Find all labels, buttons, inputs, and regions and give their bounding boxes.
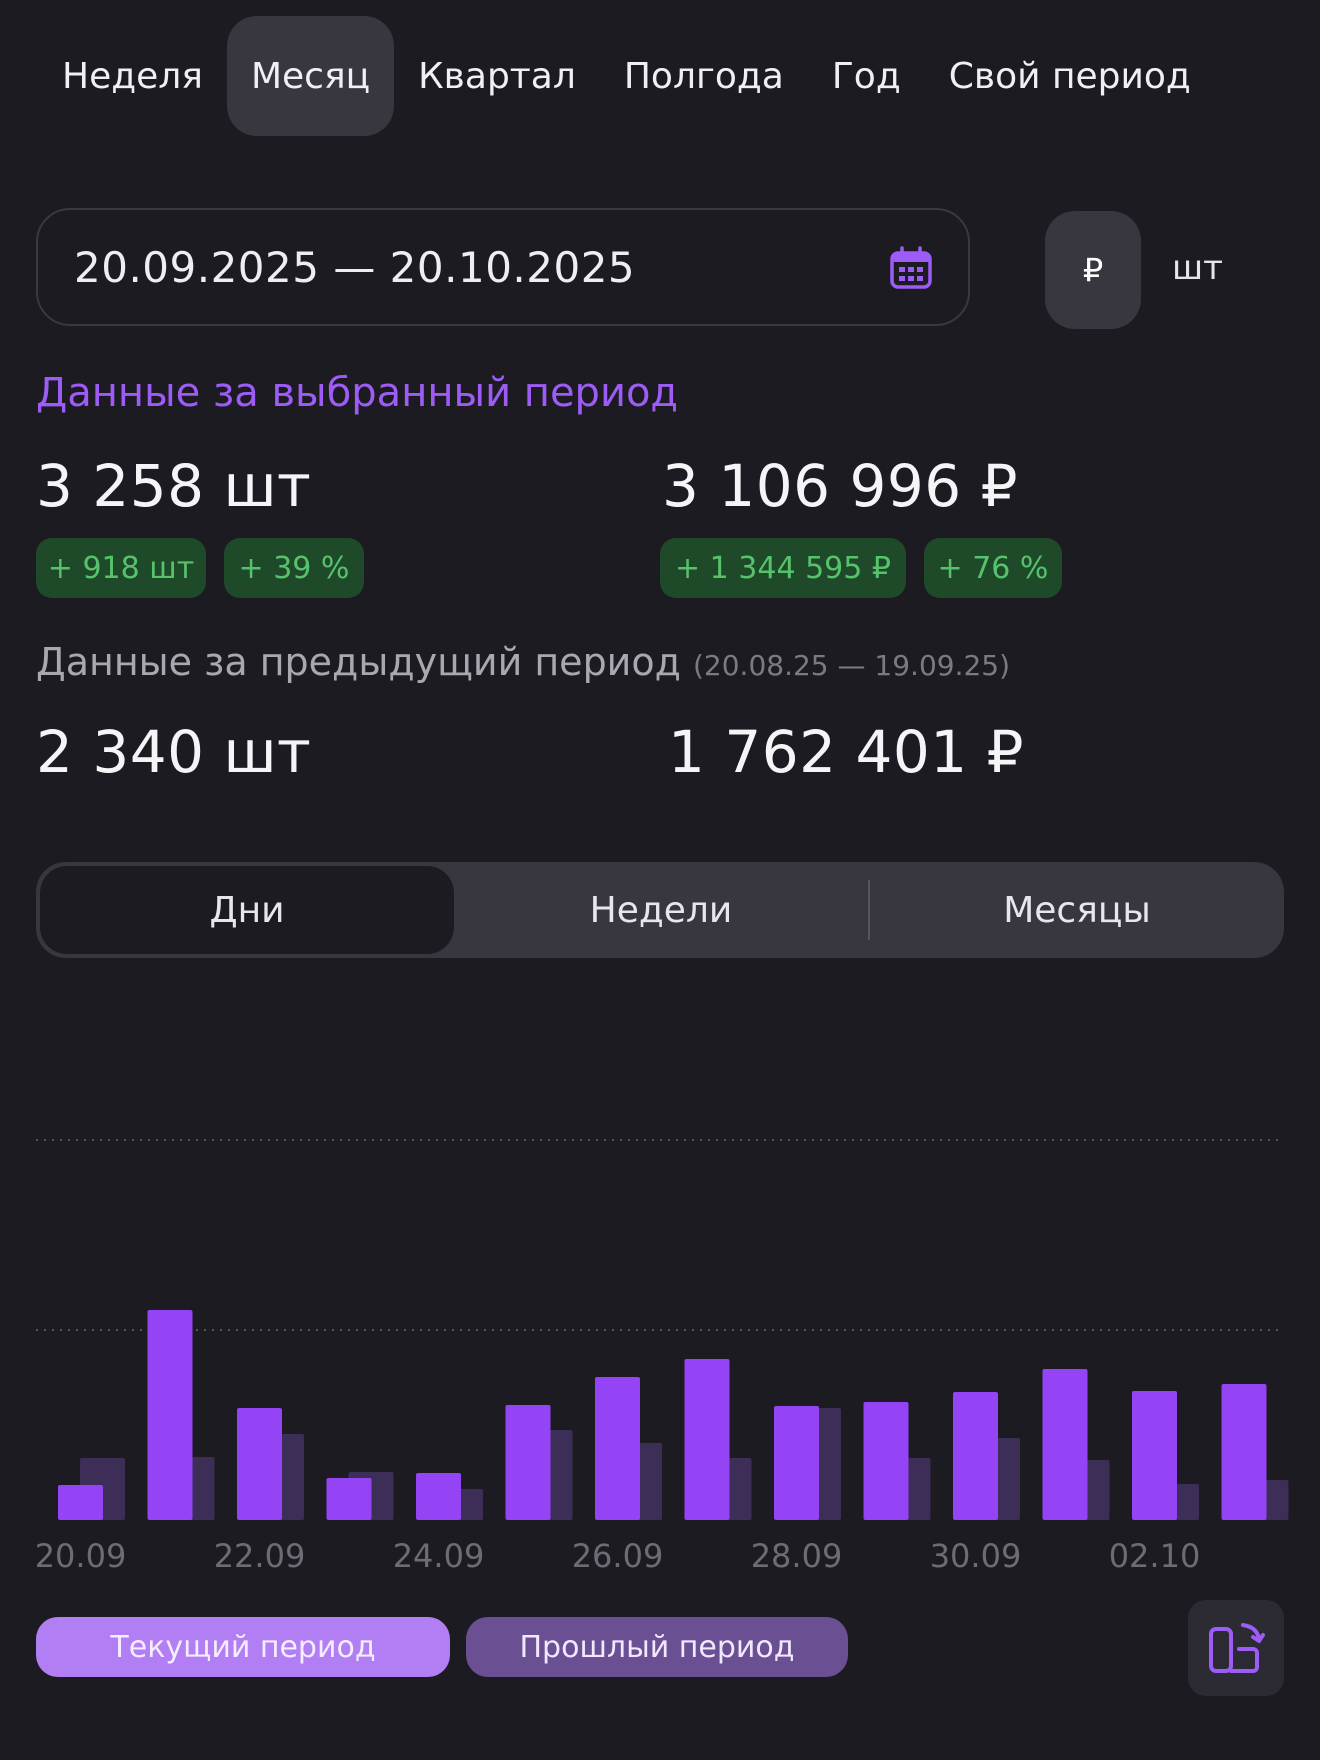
sum-delta-badge: + 1 344 595 ₽: [660, 538, 906, 598]
bar-current-22.09: [237, 1408, 282, 1520]
unit-rub-button[interactable]: ₽: [1045, 211, 1141, 329]
date-range-field[interactable]: 20.09.2025 — 20.10.2025: [36, 208, 970, 326]
previous-period-label: Данные за предыдущий период: [36, 640, 681, 684]
rotate-screen-button[interactable]: [1188, 1600, 1284, 1696]
granularity-months[interactable]: Месяцы: [870, 862, 1284, 958]
bar-current-02.10: [1132, 1391, 1177, 1520]
bar-current-25.09: [505, 1405, 551, 1520]
bar-current-24.09: [416, 1473, 461, 1520]
bar-current-27.09: [684, 1359, 730, 1520]
x-tick-label: 02.10: [1109, 1537, 1201, 1575]
qty-delta-badge: + 918 шт: [36, 538, 206, 598]
bar-current-03.10: [1221, 1384, 1267, 1520]
granularity-switch: Дни Недели Месяцы: [36, 862, 1284, 958]
bar-current-29.09: [863, 1402, 909, 1520]
bar-current-01.10: [1042, 1369, 1088, 1520]
legend-current-period[interactable]: Текущий период: [36, 1617, 450, 1677]
bar-current-26.09: [595, 1377, 640, 1520]
bar-current-21.09: [147, 1310, 193, 1520]
selected-sum: 3 106 996 ₽: [662, 452, 1019, 520]
calendar-icon[interactable]: [888, 245, 934, 291]
rotate-screen-icon: [1209, 1623, 1265, 1673]
qty-percent-badge: + 39 %: [224, 538, 364, 598]
previous-period-title: Данные за предыдущий период (20.08.25 — …: [36, 640, 1010, 684]
bar-current-23.09: [326, 1478, 372, 1520]
granularity-weeks[interactable]: Недели: [454, 862, 868, 958]
bar-current-20.09: [58, 1485, 103, 1520]
tab-quarter[interactable]: Квартал: [394, 16, 600, 136]
bar-current-30.09: [953, 1392, 998, 1520]
sales-bar-chart: 20.09 22.09 24.09 26.09 28.09 30.09 02.10: [35, 1139, 1289, 1575]
tab-month[interactable]: Месяц: [226, 16, 395, 136]
x-tick-label: 30.09: [930, 1537, 1022, 1575]
selected-period-title: Данные за выбранный период: [36, 370, 679, 416]
previous-period-range: (20.08.25 — 19.09.25): [693, 649, 1011, 682]
x-tick-label: 22.09: [214, 1537, 306, 1575]
x-tick-label: 20.09: [35, 1537, 127, 1575]
unit-sht-button[interactable]: шт: [1172, 248, 1223, 288]
bar-current-28.09: [774, 1406, 819, 1520]
previous-sum: 1 762 401 ₽: [668, 718, 1025, 786]
tab-half-year[interactable]: Полгода: [600, 16, 808, 136]
tab-week[interactable]: Неделя: [38, 16, 227, 136]
date-range-value: 20.09.2025 — 20.10.2025: [74, 242, 636, 292]
tab-custom-period[interactable]: Свой период: [925, 16, 1215, 136]
x-tick-label: 28.09: [751, 1537, 843, 1575]
tab-year[interactable]: Год: [808, 16, 925, 136]
sum-percent-badge: + 76 %: [924, 538, 1062, 598]
x-tick-label: 24.09: [393, 1537, 485, 1575]
selected-qty: 3 258 шт: [36, 452, 312, 520]
granularity-days[interactable]: Дни: [40, 862, 454, 958]
x-tick-label: 26.09: [572, 1537, 664, 1575]
previous-qty: 2 340 шт: [36, 718, 312, 786]
period-tabs: Неделя Месяц Квартал Полгода Год Свой пе…: [38, 16, 1215, 136]
legend-previous-period[interactable]: Прошлый период: [466, 1617, 848, 1677]
